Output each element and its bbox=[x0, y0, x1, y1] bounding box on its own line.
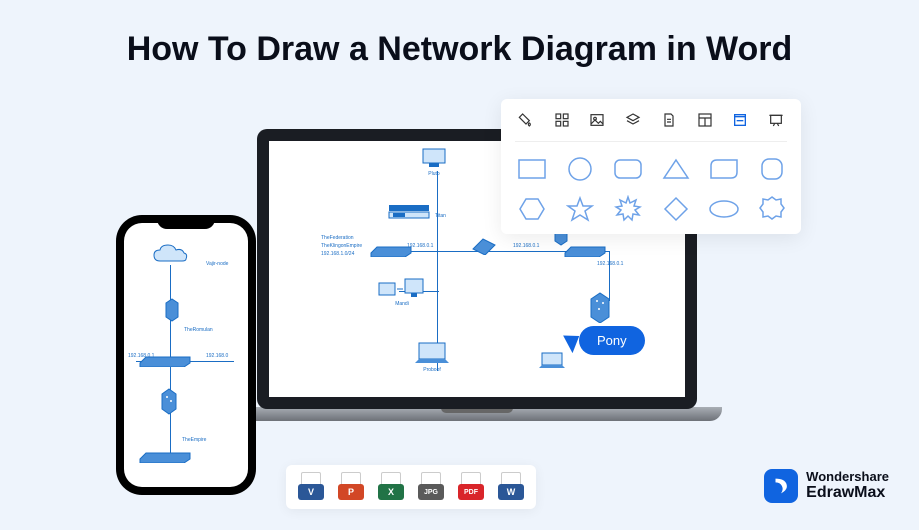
node-label: Titan bbox=[435, 213, 446, 219]
node-label: Mandi bbox=[395, 301, 409, 307]
connector-line bbox=[437, 171, 438, 251]
export-pdf[interactable]: PDF bbox=[458, 472, 484, 502]
node-label: Proboof bbox=[423, 367, 441, 373]
node-label: TheKlingonEmpire bbox=[321, 243, 362, 249]
layers-icon[interactable] bbox=[622, 109, 644, 131]
fill-icon[interactable] bbox=[515, 109, 537, 131]
node-label: Pluto bbox=[428, 171, 439, 177]
shape-hexagon[interactable] bbox=[515, 194, 549, 224]
node-server-2 bbox=[160, 387, 178, 415]
page-title: How To Draw a Network Diagram in Word bbox=[0, 0, 919, 69]
brand-line-2: EdrawMax bbox=[806, 484, 889, 502]
ip-label: 192.168.0 bbox=[206, 353, 228, 359]
hero-composition: Pluto Titan TheFederation TheKlingonEmpi… bbox=[0, 87, 919, 527]
shapes-toolbar-panel bbox=[501, 99, 801, 234]
shape-star[interactable] bbox=[563, 194, 597, 224]
node-switch bbox=[563, 245, 607, 257]
node-server-stack bbox=[589, 291, 611, 323]
shape-rounded-rect[interactable] bbox=[611, 154, 645, 184]
cursor-label-group: Pony bbox=[567, 326, 645, 355]
shape-circle[interactable] bbox=[563, 154, 597, 184]
node-switch-phone-2 bbox=[138, 451, 192, 463]
shapes-grid bbox=[515, 142, 787, 224]
node-mandi: Mandi bbox=[377, 277, 427, 307]
shape-seal[interactable] bbox=[755, 194, 789, 224]
laptop-base bbox=[232, 407, 722, 421]
ip-label: 192.168.0.1 bbox=[513, 243, 539, 249]
phone-mockup: Vajir-node TheRomulan 192.168.0.1 192.16… bbox=[116, 215, 256, 495]
shape-rectangle[interactable] bbox=[515, 154, 549, 184]
image-icon[interactable] bbox=[586, 109, 608, 131]
shape-ellipse[interactable] bbox=[707, 194, 741, 224]
brand-text: Wondershare EdrawMax bbox=[806, 470, 889, 502]
shape-rounded-square[interactable] bbox=[755, 154, 789, 184]
tool-icon-row bbox=[515, 109, 787, 142]
grid-icon[interactable] bbox=[551, 109, 573, 131]
cursor-bubble: Pony bbox=[579, 326, 645, 355]
node-switch-phone bbox=[138, 355, 192, 367]
ip-label: 192.168.0.1 bbox=[597, 261, 623, 267]
node-label: Vajir-node bbox=[206, 261, 228, 267]
export-visio[interactable]: V bbox=[298, 472, 324, 502]
node-pluto: Pluto bbox=[419, 147, 449, 177]
node-switch-2 bbox=[369, 245, 413, 257]
node-label: TheFederation bbox=[321, 235, 354, 241]
shape-tab[interactable] bbox=[707, 154, 741, 184]
export-excel[interactable]: X bbox=[378, 472, 404, 502]
node-proboof: Proboof bbox=[413, 341, 451, 373]
shape-burst[interactable] bbox=[611, 194, 645, 224]
layout-icon[interactable] bbox=[694, 109, 716, 131]
shape-diamond[interactable] bbox=[659, 194, 693, 224]
page-icon[interactable] bbox=[658, 109, 680, 131]
node-ip: 192.168.1.0/24 bbox=[321, 251, 354, 257]
phone-notch bbox=[157, 215, 215, 229]
export-jpg[interactable]: JPG bbox=[418, 472, 444, 502]
phone-screen: Vajir-node TheRomulan 192.168.0.1 192.16… bbox=[124, 223, 248, 487]
export-formats-row: V P X JPG PDF W bbox=[286, 465, 536, 509]
node-cloud bbox=[152, 243, 188, 265]
export-word[interactable]: W bbox=[498, 472, 524, 502]
node-laptop-2 bbox=[537, 351, 567, 369]
brand-lockup: Wondershare EdrawMax bbox=[764, 469, 889, 503]
node-server bbox=[164, 297, 180, 323]
presentation-icon[interactable] bbox=[765, 109, 787, 131]
shape-triangle[interactable] bbox=[659, 154, 693, 184]
node-label: TheEmpire bbox=[182, 437, 206, 443]
node-titan: Titan bbox=[387, 203, 431, 225]
export-powerpoint[interactable]: P bbox=[338, 472, 364, 502]
brand-logo-icon bbox=[764, 469, 798, 503]
node-federation: TheFederation TheKlingonEmpire 192.168.1… bbox=[321, 233, 362, 257]
node-router-1 bbox=[469, 235, 499, 255]
brand-line-1: Wondershare bbox=[806, 470, 889, 484]
node-label: TheRomulan bbox=[184, 327, 213, 333]
container-icon[interactable] bbox=[729, 109, 751, 131]
